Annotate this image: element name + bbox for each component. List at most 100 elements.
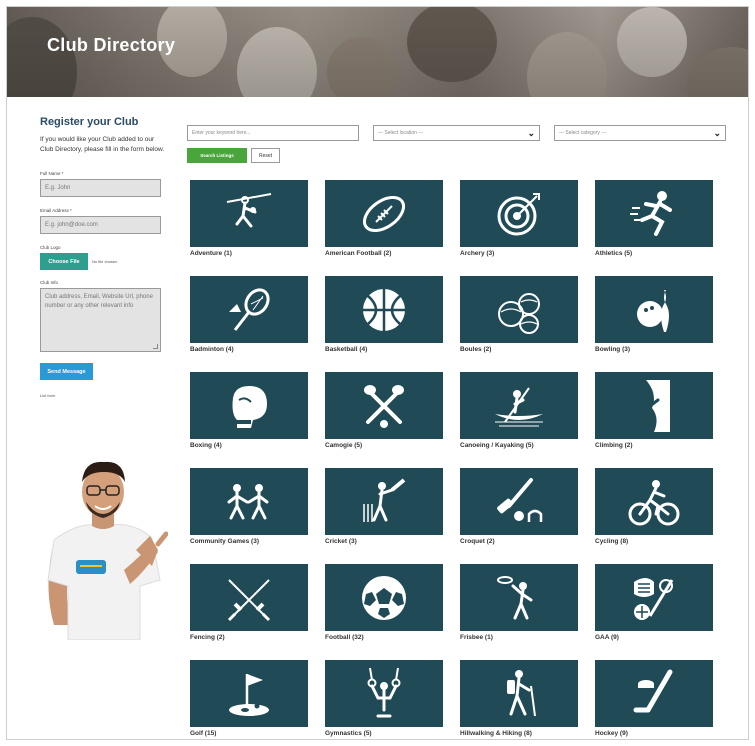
category-tile[interactable]: GAA (9)	[595, 564, 713, 641]
category-label[interactable]: Football (32)	[325, 634, 443, 641]
category-image[interactable]	[325, 276, 443, 343]
category-image[interactable]	[190, 372, 308, 439]
category-image[interactable]	[325, 180, 443, 247]
category-image[interactable]	[325, 468, 443, 535]
category-image[interactable]	[325, 564, 443, 631]
keyword-input[interactable]: Enter your keyword here...	[187, 125, 359, 141]
club-info-label: Club Info	[40, 280, 59, 285]
category-image[interactable]	[190, 660, 308, 727]
category-label[interactable]: Badminton (4)	[190, 346, 308, 353]
category-tile[interactable]: Camogie (5)	[325, 372, 443, 449]
category-tile[interactable]: American Football (2)	[325, 180, 443, 257]
category-label[interactable]: Gymnastics (5)	[325, 730, 443, 737]
category-label[interactable]: Canoeing / Kayaking (5)	[460, 442, 578, 449]
search-listings-button[interactable]: Search Listings	[187, 148, 247, 163]
chevron-down-icon: ⌄	[713, 128, 721, 138]
category-label[interactable]: Croquet (2)	[460, 538, 578, 545]
category-label[interactable]: Archery (3)	[460, 250, 578, 257]
gymnastics-rings-icon	[367, 667, 401, 717]
category-tile[interactable]: Fencing (2)	[190, 564, 308, 641]
category-image[interactable]	[460, 660, 578, 727]
category-image[interactable]	[595, 180, 713, 247]
category-label[interactable]: Basketball (4)	[325, 346, 443, 353]
category-label[interactable]: Athletics (5)	[595, 250, 713, 257]
resize-grip-icon[interactable]	[153, 344, 158, 349]
register-club-sidebar: Register your Club If you would like you…	[40, 116, 166, 398]
archery-target-icon	[497, 192, 540, 235]
full-name-field[interactable]: E.g. John	[40, 179, 161, 197]
location-select-label: --- Select location ---	[378, 130, 424, 136]
category-tile[interactable]: Bowling (3)	[595, 276, 713, 353]
club-info-textarea[interactable]: Club address, Email, Website Url, phone …	[40, 288, 161, 352]
category-tile[interactable]: Football (32)	[325, 564, 443, 641]
boxing-glove-icon	[232, 385, 267, 428]
category-tile[interactable]: Croquet (2)	[460, 468, 578, 545]
category-tile[interactable]: Hillwalking & Hiking (8)	[460, 660, 578, 737]
category-label[interactable]: Hillwalking & Hiking (8)	[460, 730, 578, 737]
category-label[interactable]: Bowling (3)	[595, 346, 713, 353]
email-label: Email Address *	[40, 208, 72, 213]
category-label[interactable]: Frisbee (1)	[460, 634, 578, 641]
hero-banner: Club Directory	[7, 7, 748, 97]
category-tile[interactable]: Athletics (5)	[595, 180, 713, 257]
category-image[interactable]	[460, 564, 578, 631]
cricket-icon	[363, 477, 406, 522]
category-image[interactable]	[595, 372, 713, 439]
category-image[interactable]	[595, 468, 713, 535]
category-image[interactable]	[460, 276, 578, 343]
category-image[interactable]	[190, 276, 308, 343]
category-image[interactable]	[325, 372, 443, 439]
category-tile[interactable]: Adventure (1)	[190, 180, 308, 257]
category-tile[interactable]: Community Games (3)	[190, 468, 308, 545]
full-name-label: Full Name *	[40, 171, 64, 176]
category-label[interactable]: Boxing (4)	[190, 442, 308, 449]
category-tile[interactable]: Boules (2)	[460, 276, 578, 353]
category-label[interactable]: GAA (9)	[595, 634, 713, 641]
category-image[interactable]	[190, 180, 308, 247]
golf-icon	[229, 673, 269, 716]
category-image[interactable]	[595, 660, 713, 727]
category-image[interactable]	[325, 660, 443, 727]
category-image[interactable]	[595, 276, 713, 343]
category-image[interactable]	[190, 564, 308, 631]
category-image[interactable]	[190, 468, 308, 535]
email-field[interactable]: E.g. john@doe.com	[40, 216, 161, 234]
category-label[interactable]: Fencing (2)	[190, 634, 308, 641]
send-message-button[interactable]: Send Message	[40, 363, 93, 380]
category-tile[interactable]: Boxing (4)	[190, 372, 308, 449]
category-tile[interactable]: Golf (15)	[190, 660, 308, 737]
category-tile[interactable]: Archery (3)	[460, 180, 578, 257]
category-label[interactable]: Adventure (1)	[190, 250, 308, 257]
category-tile[interactable]: Basketball (4)	[325, 276, 443, 353]
category-tile[interactable]: Cycling (8)	[595, 468, 713, 545]
location-select[interactable]: --- Select location --- ⌄	[373, 125, 540, 141]
category-image[interactable]	[460, 468, 578, 535]
category-tile[interactable]: Canoeing / Kayaking (5)	[460, 372, 578, 449]
category-label[interactable]: Climbing (2)	[595, 442, 713, 449]
category-tile[interactable]: Badminton (4)	[190, 276, 308, 353]
category-label[interactable]: Cricket (3)	[325, 538, 443, 545]
category-tile[interactable]: Frisbee (1)	[460, 564, 578, 641]
football-icon	[362, 575, 406, 620]
category-tile[interactable]: Gymnastics (5)	[325, 660, 443, 737]
category-label[interactable]: Cycling (8)	[595, 538, 713, 545]
category-image[interactable]	[460, 180, 578, 247]
category-label[interactable]: Camogie (5)	[325, 442, 443, 449]
runner-icon	[630, 190, 672, 236]
reset-button[interactable]: Reset	[251, 148, 280, 163]
croquet-icon	[497, 477, 543, 522]
category-label[interactable]: Community Games (3)	[190, 538, 308, 545]
category-select[interactable]: --- Select category --- ⌄	[554, 125, 726, 141]
list-form-link[interactable]: List form	[40, 393, 166, 398]
category-image[interactable]	[460, 372, 578, 439]
category-label[interactable]: American Football (2)	[325, 250, 443, 257]
gaa-icon	[634, 577, 674, 620]
category-tile[interactable]: Cricket (3)	[325, 468, 443, 545]
category-image[interactable]	[595, 564, 713, 631]
choose-file-button[interactable]: Choose File	[40, 253, 88, 270]
category-label[interactable]: Hockey (9)	[595, 730, 713, 737]
category-label[interactable]: Boules (2)	[460, 346, 578, 353]
category-tile[interactable]: Climbing (2)	[595, 372, 713, 449]
category-tile[interactable]: Hockey (9)	[595, 660, 713, 737]
category-label[interactable]: Golf (15)	[190, 730, 308, 737]
